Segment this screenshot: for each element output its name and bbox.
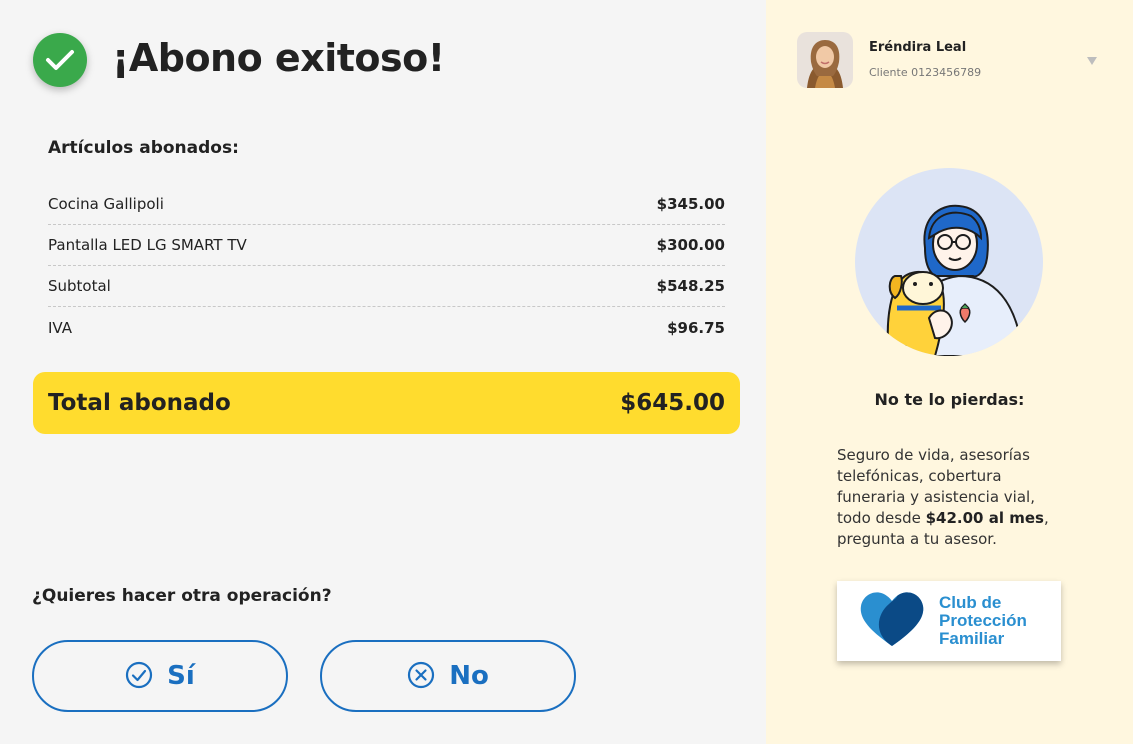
club-proteccion-logo[interactable]: Club de Protección Familiar: [837, 581, 1061, 661]
subtotal-amount: $548.25: [656, 277, 725, 295]
promo-illustration: [855, 168, 1043, 356]
promo-heading: No te lo pierdas:: [874, 390, 1025, 409]
club-name: Club de Protección Familiar: [939, 594, 1027, 648]
yes-button-label: Sí: [167, 661, 195, 691]
item-amount: $345.00: [656, 195, 725, 213]
user-client-id: Cliente 0123456789: [869, 66, 982, 79]
club-line-2: Protección: [939, 611, 1027, 630]
subtotal-row: Subtotal $548.25: [48, 266, 725, 307]
promo-price: $42.00 al mes: [925, 509, 1044, 527]
items-list: Cocina Gallipoli $345.00 Pantalla LED LG…: [48, 184, 725, 348]
club-line-1: Club de: [939, 593, 1002, 612]
tax-amount: $96.75: [667, 318, 725, 337]
x-circle-icon: [407, 661, 435, 692]
list-item: Pantalla LED LG SMART TV $300.00: [48, 225, 725, 266]
club-line-3: Familiar: [939, 629, 1005, 648]
user-name: Eréndira Leal: [869, 40, 967, 55]
total-label: Total abonado: [48, 390, 231, 416]
no-button-label: No: [449, 661, 489, 691]
items-heading: Artículos abonados:: [48, 138, 239, 158]
tax-label: IVA: [48, 318, 72, 337]
item-label: Cocina Gallipoli: [48, 195, 164, 213]
avatar: [797, 32, 853, 88]
subtotal-label: Subtotal: [48, 277, 111, 295]
promo-text: Seguro de vida, asesorías telefónicas, c…: [837, 445, 1052, 550]
side-panel: Eréndira Leal Cliente 0123456789 No te l…: [766, 0, 1133, 744]
operation-question: ¿Quieres hacer otra operación?: [32, 586, 332, 606]
check-circle-icon: [125, 661, 153, 692]
chevron-down-icon[interactable]: [1084, 53, 1100, 69]
main-panel: ¡Abono exitoso! Artículos abonados: Coci…: [0, 0, 766, 744]
total-amount: $645.00: [620, 390, 725, 416]
heart-icon: [859, 590, 925, 652]
success-check-icon: [33, 33, 87, 87]
page-title: ¡Abono exitoso!: [112, 36, 445, 80]
no-button[interactable]: No: [320, 640, 576, 712]
total-bar: Total abonado $645.00: [33, 372, 740, 434]
list-item: Cocina Gallipoli $345.00: [48, 184, 725, 225]
item-label: Pantalla LED LG SMART TV: [48, 236, 247, 254]
tax-row: IVA $96.75: [48, 307, 725, 348]
yes-button[interactable]: Sí: [32, 640, 288, 712]
item-amount: $300.00: [656, 236, 725, 254]
